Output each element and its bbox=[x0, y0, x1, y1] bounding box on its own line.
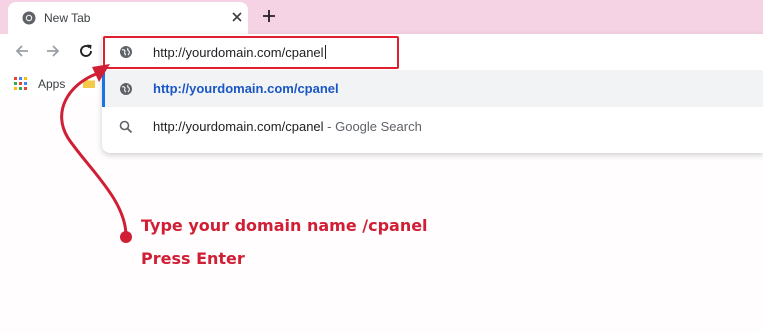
tab-title: New Tab bbox=[44, 11, 91, 25]
reload-button[interactable] bbox=[77, 42, 95, 60]
suggestion-search-text: http://yourdomain.com/cpanel - Google Se… bbox=[153, 119, 422, 134]
suggestion-url[interactable]: http://yourdomain.com/cpanel bbox=[102, 70, 763, 107]
suggestion-url-text: http://yourdomain.com/cpanel bbox=[153, 81, 339, 96]
back-button[interactable] bbox=[13, 42, 31, 60]
forward-button[interactable] bbox=[44, 42, 62, 60]
chrome-icon bbox=[22, 11, 36, 25]
address-bar[interactable]: http://yourdomain.com/cpanel bbox=[102, 34, 763, 70]
tab-new-tab[interactable]: New Tab bbox=[8, 2, 248, 34]
apps-grid-icon[interactable] bbox=[14, 77, 28, 91]
annotation-instruction-1: Type your domain name /cpanel bbox=[141, 216, 428, 235]
annotation-instruction-2: Press Enter bbox=[141, 249, 245, 268]
selection-indicator bbox=[102, 70, 105, 107]
close-icon[interactable] bbox=[230, 10, 244, 24]
folder-icon[interactable] bbox=[82, 76, 96, 90]
apps-label[interactable]: Apps bbox=[38, 77, 65, 91]
search-icon bbox=[119, 120, 133, 134]
tab-strip: New Tab bbox=[0, 0, 763, 34]
omnibox-dropdown: http://yourdomain.com/cpanel http://your… bbox=[102, 34, 763, 153]
globe-icon bbox=[120, 83, 132, 95]
annotation-highlight-box bbox=[103, 36, 399, 69]
suggestion-search[interactable]: http://yourdomain.com/cpanel - Google Se… bbox=[102, 108, 763, 145]
new-tab-button[interactable] bbox=[262, 9, 276, 23]
